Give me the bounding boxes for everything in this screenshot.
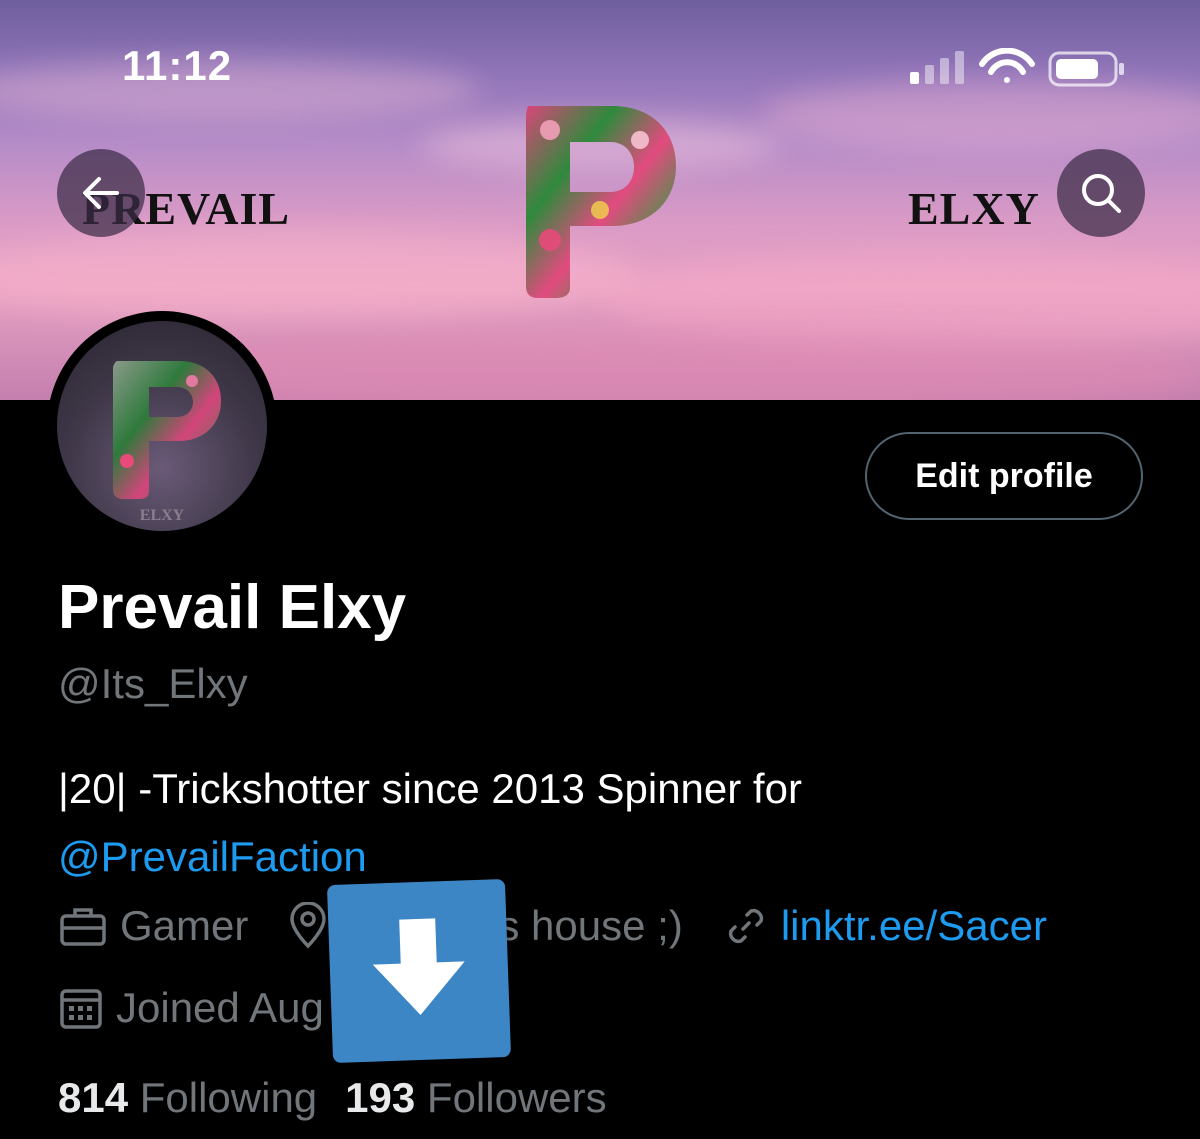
following-link[interactable]: 814 Following: [58, 1074, 317, 1121]
link-icon: [728, 908, 763, 944]
briefcase-icon: [60, 908, 106, 946]
followers-count: 193: [345, 1074, 416, 1121]
profile-meta-row: Gamer 's house ;) linktr.ee/Sacer: [58, 902, 1087, 950]
joined-row: Joined Aug: [58, 984, 364, 1032]
followers-label: Followers: [426, 1074, 607, 1121]
profile-handle: @Its_Elxy: [58, 660, 248, 707]
website-item[interactable]: linktr.ee/Sacer: [723, 902, 1047, 950]
bio-mention-link[interactable]: @PrevailFaction: [58, 823, 1158, 891]
signal-icon: [910, 51, 964, 84]
profession-text: Gamer: [120, 902, 249, 949]
follow-counts: 814 Following 193 Followers: [58, 1074, 607, 1122]
calendar-icon: [60, 989, 102, 1029]
battery-icon: [1048, 51, 1124, 87]
status-icons: [910, 48, 1124, 87]
avatar-label: ELXY: [139, 507, 185, 524]
back-arrow-icon: [83, 177, 119, 209]
profile-bio: |20| -Trickshotter since 2013 Spinner fo…: [58, 755, 1158, 891]
edit-profile-button[interactable]: Edit profile: [865, 432, 1143, 520]
followers-link[interactable]: 193 Followers: [345, 1074, 606, 1121]
location-text: 's house ;): [490, 902, 683, 949]
status-time: 11:12: [122, 42, 233, 89]
avatar[interactable]: ELXY: [47, 311, 277, 541]
back-button[interactable]: [57, 149, 145, 237]
following-label: Following: [139, 1074, 318, 1121]
wifi-icon: [979, 48, 1035, 83]
search-icon: [1082, 174, 1121, 213]
avatar-logo: [113, 361, 221, 499]
joined-item: Joined Aug: [58, 984, 324, 1032]
banner-right-text: ELXY: [908, 183, 1040, 234]
download-arrow-icon: [372, 918, 465, 1015]
profession-item: Gamer: [58, 902, 248, 950]
download-overlay[interactable]: [326, 878, 512, 1064]
following-count: 814: [58, 1074, 129, 1121]
profile-name: Prevail Elxy: [58, 573, 407, 642]
search-button[interactable]: [1057, 149, 1145, 237]
joined-text: Joined Aug: [116, 984, 324, 1031]
prevail-logo: [526, 106, 676, 298]
location-pin-icon: [290, 902, 327, 949]
website-link[interactable]: linktr.ee/Sacer: [781, 902, 1047, 950]
bio-text: |20| -Trickshotter since 2013 Spinner fo…: [58, 765, 802, 812]
